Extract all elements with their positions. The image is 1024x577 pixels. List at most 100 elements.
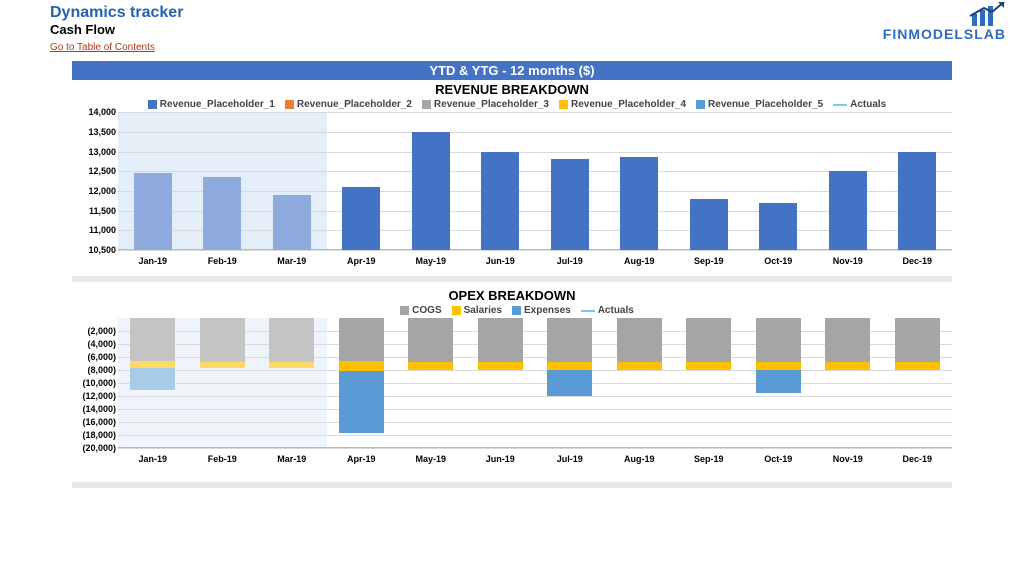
opex-segment-cogs	[756, 318, 801, 362]
bars-layer	[118, 112, 952, 250]
y-tick-label: 13,000	[72, 147, 116, 157]
y-tick-label: (16,000)	[72, 417, 116, 427]
opex-segment-cogs	[408, 318, 453, 362]
y-tick-label: 14,000	[72, 107, 116, 117]
x-tick-label: Aug-19	[624, 256, 655, 266]
opex-segment-cogs	[617, 318, 662, 362]
revenue-bar	[273, 195, 311, 250]
section-band: YTD & YTG - 12 months ($)	[72, 61, 952, 80]
revenue-bar	[829, 171, 867, 250]
revenue-bar	[551, 159, 589, 250]
legend-item: Salaries	[464, 305, 502, 316]
x-tick-label: Oct-19	[764, 256, 792, 266]
divider	[72, 482, 952, 488]
x-tick-label: Aug-19	[624, 454, 655, 464]
opex-segment-salaries	[269, 362, 314, 369]
y-tick-label: (12,000)	[72, 391, 116, 401]
y-tick-label: 12,000	[72, 186, 116, 196]
x-tick-label: Dec-19	[902, 454, 932, 464]
revenue-bar	[620, 157, 658, 250]
opex-segment-cogs	[339, 318, 384, 360]
legend-item: COGS	[412, 305, 441, 316]
opex-segment-cogs	[825, 318, 870, 362]
chart-arrow-icon	[926, 2, 1006, 26]
y-tick-label: 13,500	[72, 127, 116, 137]
opex-segment-expenses	[547, 370, 592, 396]
opex-segment-salaries	[617, 362, 662, 370]
x-axis-labels: Jan-19Feb-19Mar-19Apr-19May-19Jun-19Jul-…	[118, 450, 952, 478]
revenue-bar	[342, 187, 380, 250]
bars-layer	[118, 318, 952, 448]
opex-segment-cogs	[269, 318, 314, 362]
opex-segment-salaries	[130, 361, 175, 369]
opex-title: OPEX BREAKDOWN	[0, 288, 1024, 303]
opex-segment-salaries	[686, 362, 731, 370]
toc-link[interactable]: Go to Table of Contents	[50, 42, 155, 53]
y-tick-label: (4,000)	[72, 339, 116, 349]
revenue-bar	[203, 177, 241, 250]
y-tick-label: 10,500	[72, 245, 116, 255]
legend-item: Revenue_Placeholder_3	[434, 99, 549, 110]
y-tick-label: (2,000)	[72, 326, 116, 336]
x-tick-label: Jul-19	[557, 454, 583, 464]
opex-legend: COGSSalariesExpensesActuals	[72, 305, 952, 316]
y-tick-label: (14,000)	[72, 404, 116, 414]
y-tick-label: 11,000	[72, 225, 116, 235]
opex-segment-salaries	[825, 362, 870, 370]
x-axis-labels: Jan-19Feb-19Mar-19Apr-19May-19Jun-19Jul-…	[118, 252, 952, 272]
opex-segment-salaries	[547, 362, 592, 370]
y-tick-label: 12,500	[72, 166, 116, 176]
revenue-title: REVENUE BREAKDOWN	[0, 82, 1024, 97]
x-tick-label: Dec-19	[902, 256, 932, 266]
x-tick-label: Apr-19	[347, 256, 376, 266]
revenue-legend: Revenue_Placeholder_1 Revenue_Placeholder…	[72, 99, 952, 110]
revenue-bar	[481, 152, 519, 251]
y-tick-label: (18,000)	[72, 430, 116, 440]
y-tick-label: (8,000)	[72, 365, 116, 375]
x-tick-label: Nov-19	[833, 454, 863, 464]
divider	[72, 276, 952, 282]
x-tick-label: Sep-19	[694, 454, 724, 464]
revenue-bar	[134, 173, 172, 250]
opex-segment-salaries	[895, 362, 940, 370]
opex-segment-cogs	[200, 318, 245, 362]
opex-segment-salaries	[339, 361, 384, 371]
opex-segment-salaries	[756, 362, 801, 370]
x-tick-label: Jan-19	[138, 454, 167, 464]
x-tick-label: Feb-19	[208, 454, 237, 464]
x-tick-label: Jun-19	[486, 256, 515, 266]
x-tick-label: May-19	[415, 454, 446, 464]
legend-item: Revenue_Placeholder_4	[571, 99, 686, 110]
app-title: Dynamics tracker	[50, 4, 1024, 22]
opex-segment-expenses	[130, 368, 175, 390]
brand-text: FINMODELSLAB	[883, 26, 1006, 42]
x-tick-label: Jul-19	[557, 256, 583, 266]
opex-segment-cogs	[686, 318, 731, 362]
opex-segment-cogs	[895, 318, 940, 362]
revenue-bar	[690, 199, 728, 250]
x-tick-label: Mar-19	[277, 454, 306, 464]
x-tick-label: May-19	[415, 256, 446, 266]
legend-item: Revenue_Placeholder_5	[708, 99, 823, 110]
y-tick-label: 11,500	[72, 206, 116, 216]
y-tick-label: (20,000)	[72, 443, 116, 453]
legend-item: Revenue_Placeholder_2	[297, 99, 412, 110]
sub-title: Cash Flow	[50, 22, 1024, 37]
revenue-bar	[898, 152, 936, 251]
legend-item: Actuals	[598, 305, 634, 316]
opex-segment-cogs	[547, 318, 592, 362]
revenue-chart: Revenue_Placeholder_1 Revenue_Placeholder…	[72, 99, 952, 272]
opex-segment-expenses	[756, 370, 801, 393]
opex-chart: COGSSalariesExpensesActuals Jan-19Feb-19…	[72, 305, 952, 478]
x-tick-label: Sep-19	[694, 256, 724, 266]
y-tick-label: (6,000)	[72, 352, 116, 362]
x-tick-label: Apr-19	[347, 454, 376, 464]
legend-item: Actuals	[850, 99, 886, 110]
opex-segment-salaries	[408, 362, 453, 370]
legend-item: Revenue_Placeholder_1	[160, 99, 275, 110]
revenue-bar	[759, 203, 797, 250]
brand-logo: FINMODELSLAB	[883, 2, 1006, 42]
opex-segment-cogs	[130, 318, 175, 360]
x-tick-label: Nov-19	[833, 256, 863, 266]
x-tick-label: Jan-19	[138, 256, 167, 266]
